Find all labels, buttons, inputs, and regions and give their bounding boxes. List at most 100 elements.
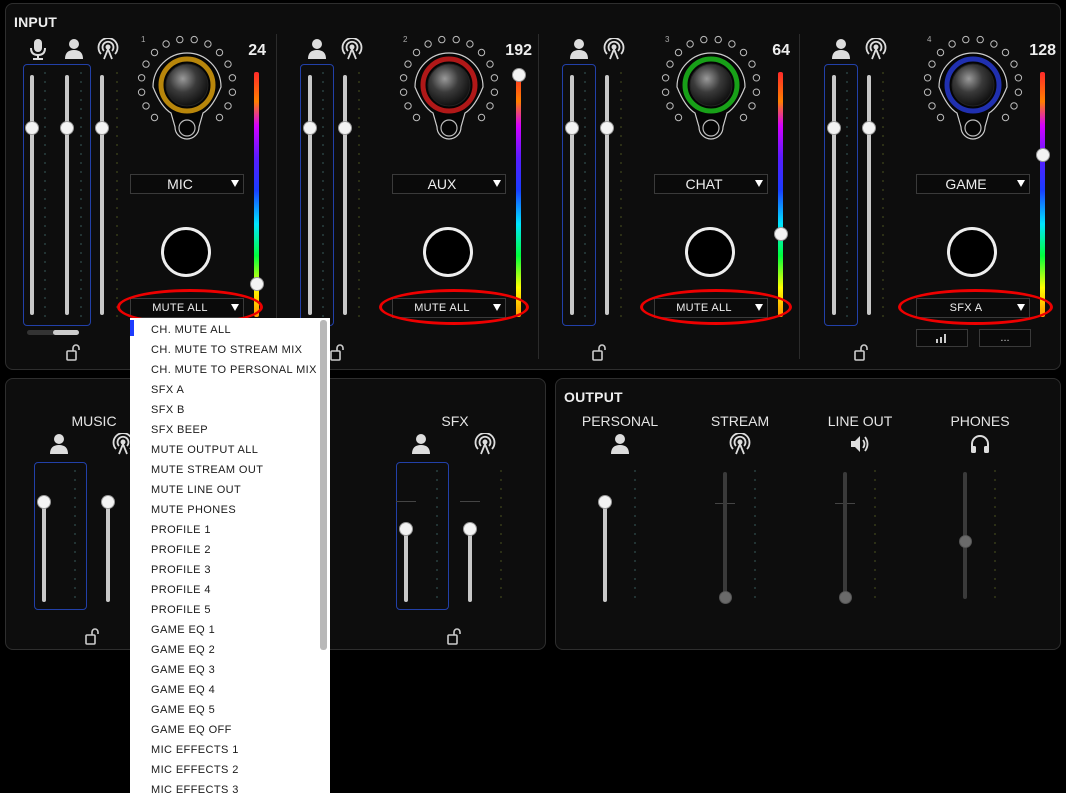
dropdown-item[interactable]: PROFILE 2: [151, 540, 330, 560]
chat-mute-button[interactable]: [685, 227, 735, 277]
aux-stream-track[interactable]: [343, 75, 347, 315]
personal-mix-icon: [63, 38, 85, 60]
dropdown-scrollbar[interactable]: [320, 320, 327, 650]
music-stream-thumb[interactable]: [101, 495, 115, 509]
mic-balance-slider[interactable]: [27, 330, 79, 335]
mic-mute-button[interactable]: [161, 227, 211, 277]
dropdown-item[interactable]: PROFILE 1: [151, 520, 330, 540]
dropdown-item[interactable]: SFX A: [151, 380, 330, 400]
aux-color-thumb[interactable]: [512, 68, 526, 82]
mic-gain-thumb[interactable]: [25, 121, 39, 135]
unlock-icon[interactable]: [66, 343, 80, 361]
music-stream-track[interactable]: [106, 498, 110, 602]
headphones-icon: [969, 433, 991, 455]
dropdown-item[interactable]: MIC EFFECTS 1: [151, 740, 330, 760]
dropdown-item[interactable]: GAME EQ 5: [151, 700, 330, 720]
unlock-icon[interactable]: [330, 343, 344, 361]
game-personal-thumb[interactable]: [827, 121, 841, 135]
mic-stream-thumb[interactable]: [95, 121, 109, 135]
chat-fader-group: [562, 64, 596, 326]
dropdown-item[interactable]: MUTE PHONES: [151, 500, 330, 520]
stream-icon: [729, 433, 751, 455]
chevron-down-icon: [755, 180, 763, 187]
dropdown-item[interactable]: PROFILE 3: [151, 560, 330, 580]
chat-stream-thumb[interactable]: [600, 121, 614, 135]
personal-mix-icon: [830, 38, 852, 60]
level-bars-button[interactable]: [916, 329, 968, 347]
dropdown-item[interactable]: CH. MUTE ALL: [151, 320, 330, 340]
output-stream-track[interactable]: [723, 472, 727, 599]
aux-personal-track[interactable]: [308, 75, 312, 315]
aux-stream-thumb[interactable]: [338, 121, 352, 135]
sfx-personal-thumb[interactable]: [399, 522, 413, 536]
game-source-select[interactable]: GAME: [916, 174, 1030, 194]
aux-color-slider[interactable]: [516, 72, 521, 317]
dropdown-item[interactable]: MUTE OUTPUT ALL: [151, 440, 330, 460]
dropdown-list: CH. MUTE ALL CH. MUTE TO STREAM MIX CH. MU…: [151, 318, 330, 793]
chat-source-select[interactable]: CHAT: [654, 174, 768, 194]
dropdown-item[interactable]: SFX BEEP: [151, 420, 330, 440]
output-stream-label: STREAM: [710, 413, 770, 429]
game-color-slider[interactable]: [1040, 72, 1045, 317]
game-value: 128: [1029, 42, 1056, 59]
chat-color-thumb[interactable]: [774, 227, 788, 241]
game-stream-thumb[interactable]: [862, 121, 876, 135]
game-personal-track[interactable]: [832, 75, 836, 315]
dropdown-item[interactable]: MUTE LINE OUT: [151, 480, 330, 500]
dropdown-item[interactable]: PROFILE 4: [151, 580, 330, 600]
aux-mute-button[interactable]: [423, 227, 473, 277]
mic-personal-thumb[interactable]: [60, 121, 74, 135]
personal-mix-icon: [568, 38, 590, 60]
aux-source-select[interactable]: AUX: [392, 174, 506, 194]
dropdown-item[interactable]: GAME EQ 3: [151, 660, 330, 680]
personal-mix-icon: [410, 433, 432, 455]
dropdown-item[interactable]: MIC EFFECTS 3: [151, 780, 330, 793]
mic-color-thumb[interactable]: [250, 277, 264, 291]
mic-personal-track[interactable]: [65, 75, 69, 315]
dropdown-item[interactable]: PROFILE 5: [151, 600, 330, 620]
stream-mix-icon: [341, 38, 363, 60]
unlock-icon[interactable]: [592, 343, 606, 361]
more-options-button[interactable]: ...: [979, 329, 1031, 347]
chat-personal-thumb[interactable]: [565, 121, 579, 135]
chevron-down-icon: [1017, 180, 1025, 187]
dropdown-item[interactable]: GAME EQ 1: [151, 620, 330, 640]
game-mute-button[interactable]: [947, 227, 997, 277]
chat-color-slider[interactable]: [778, 72, 783, 317]
dropdown-item[interactable]: GAME EQ OFF: [151, 720, 330, 740]
dropdown-item[interactable]: GAME EQ 4: [151, 680, 330, 700]
music-personal-track[interactable]: [42, 498, 46, 602]
output-lineout-track[interactable]: [843, 472, 847, 599]
output-phones-thumb[interactable]: [959, 535, 972, 548]
action-dropdown-menu[interactable]: CH. MUTE ALL CH. MUTE TO STREAM MIX CH. MU…: [130, 318, 330, 793]
output-stream-thumb[interactable]: [719, 591, 732, 604]
chat-personal-track[interactable]: [570, 75, 574, 315]
chat-stream-track[interactable]: [605, 75, 609, 315]
dropdown-item[interactable]: GAME EQ 2: [151, 640, 330, 660]
output-lineout-thumb[interactable]: [839, 591, 852, 604]
dropdown-item[interactable]: CH. MUTE TO STREAM MIX: [151, 340, 330, 360]
dropdown-item[interactable]: SFX B: [151, 400, 330, 420]
output-personal-track[interactable]: [603, 498, 607, 602]
dropdown-item[interactable]: MUTE STREAM OUT: [151, 460, 330, 480]
game-color-thumb[interactable]: [1036, 148, 1050, 162]
game-fader-group: [824, 64, 858, 326]
output-personal-thumb[interactable]: [598, 495, 612, 509]
mic-stream-track[interactable]: [100, 75, 104, 315]
unlock-icon[interactable]: [447, 627, 461, 645]
music-personal-thumb[interactable]: [37, 495, 51, 509]
sfx-stream-thumb[interactable]: [463, 522, 477, 536]
speaker-icon: [849, 433, 871, 455]
sfx-personal-track[interactable]: [404, 525, 408, 602]
unlock-icon[interactable]: [854, 343, 868, 361]
bars-icon: [936, 334, 946, 343]
game-stream-track[interactable]: [867, 75, 871, 315]
aux-personal-thumb[interactable]: [303, 121, 317, 135]
output-title: OUTPUT: [564, 389, 623, 405]
sfx-stream-track[interactable]: [468, 525, 472, 602]
unlock-icon[interactable]: [85, 627, 99, 645]
dropdown-item[interactable]: CH. MUTE TO PERSONAL MIX: [151, 360, 330, 380]
mic-source-select[interactable]: MIC: [130, 174, 244, 194]
mic-gain-track[interactable]: [30, 75, 34, 315]
dropdown-item[interactable]: MIC EFFECTS 2: [151, 760, 330, 780]
